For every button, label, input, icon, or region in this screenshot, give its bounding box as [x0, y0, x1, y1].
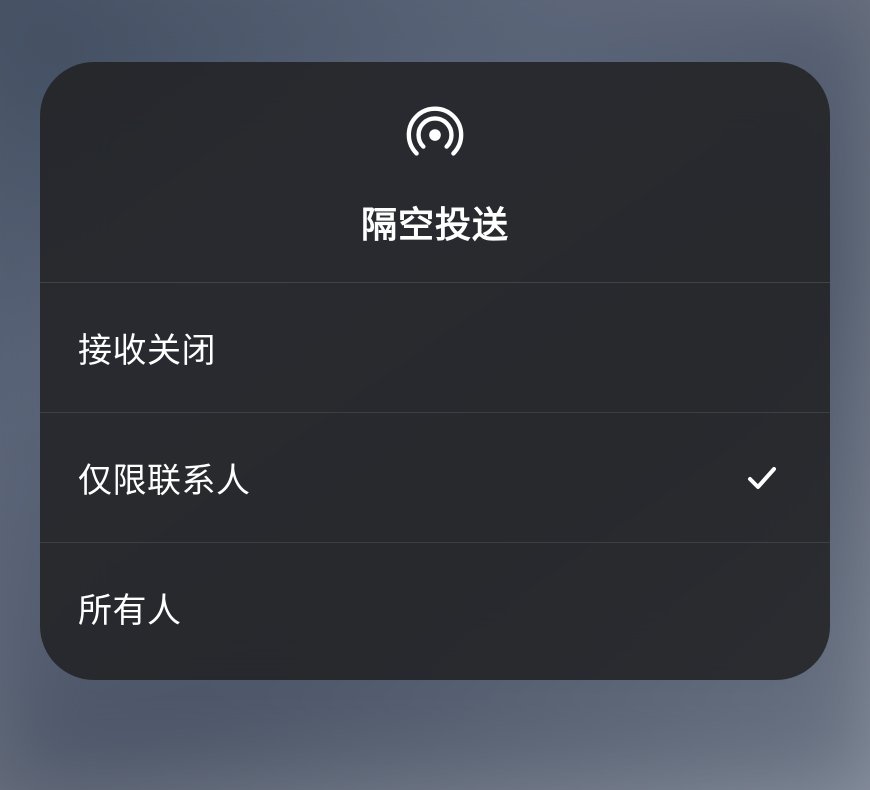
panel-header: 隔空投送 [40, 62, 830, 283]
option-receiving-off[interactable]: 接收关闭 [40, 283, 830, 413]
option-label: 仅限联系人 [78, 453, 251, 502]
checkmark-icon [744, 460, 780, 496]
airdrop-icon [404, 104, 466, 166]
option-label: 接收关闭 [78, 323, 216, 372]
option-label: 所有人 [78, 583, 182, 632]
airdrop-settings-panel: 隔空投送 接收关闭 仅限联系人 所有人 [40, 62, 830, 680]
panel-title: 隔空投送 [361, 196, 509, 248]
option-everyone[interactable]: 所有人 [40, 543, 830, 680]
option-contacts-only[interactable]: 仅限联系人 [40, 413, 830, 543]
